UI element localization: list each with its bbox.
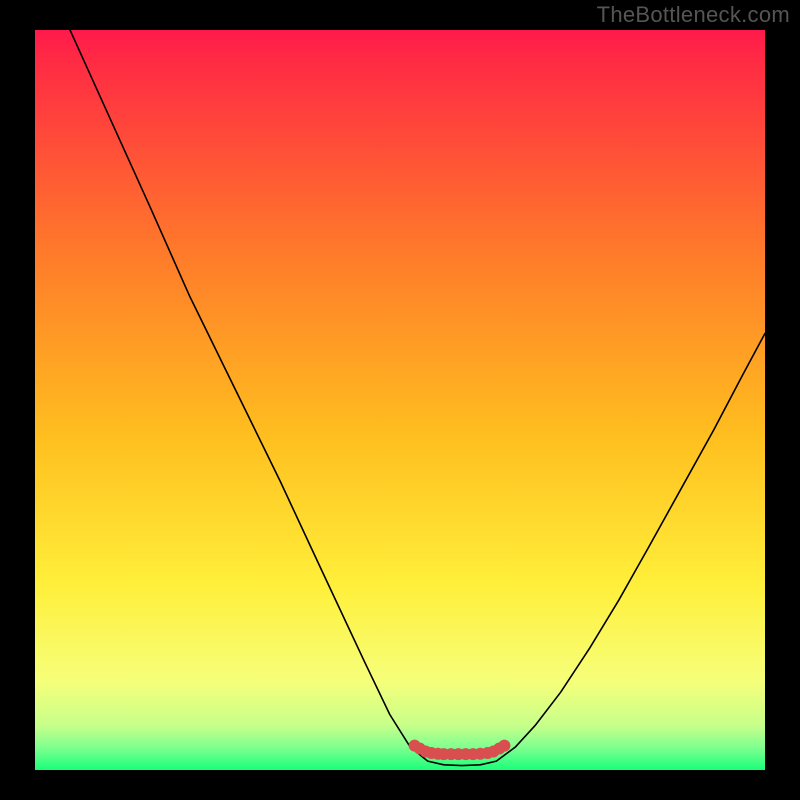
chart-overlay [35, 30, 765, 770]
watermark-text: TheBottleneck.com [597, 2, 790, 28]
app-frame: TheBottleneck.com [0, 0, 800, 800]
bottleneck-curve [70, 30, 765, 766]
plot-area [35, 30, 765, 770]
sweet-spot-dot [498, 740, 510, 752]
